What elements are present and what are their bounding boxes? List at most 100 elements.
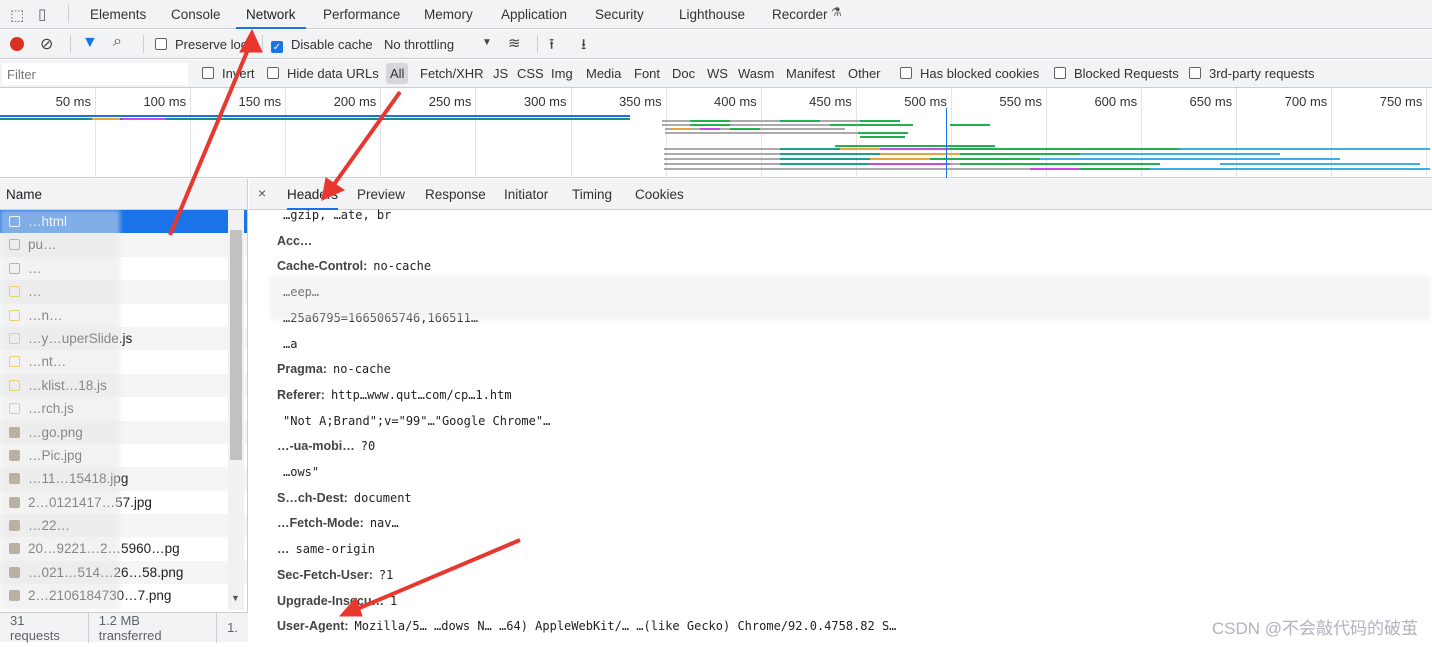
type-filter-css[interactable]: CSS [517,66,544,81]
tick-label: 50 ms [55,94,91,109]
blocked-cookies-label: Has blocked cookies [920,66,1040,81]
tab-application[interactable]: Application [491,0,577,29]
header-value: no-cache [373,259,432,274]
header-key: Pragma: [277,362,328,377]
scrollbar[interactable]: ▼ [228,210,244,610]
tab-recorder[interactable]: Recorder [762,0,838,29]
type-filter-wasm[interactable]: Wasm [738,66,774,81]
inspect-element-icon[interactable]: ⬚ [10,6,24,24]
tick-label: 450 ms [809,94,852,109]
request-bar [780,153,880,155]
tab-security[interactable]: Security [585,0,654,29]
request-bar [122,118,166,120]
tick-label: 600 ms [1094,94,1138,109]
third-party-checkbox[interactable] [1189,67,1201,82]
network-conditions-icon[interactable]: ≋ [508,34,521,52]
type-filter-manifest[interactable]: Manifest [786,66,835,81]
type-filter-font[interactable]: Font [634,66,660,81]
header-key: Cache-Control: [277,259,368,274]
detail-tab-preview[interactable]: Preview [357,179,405,210]
request-bar [950,124,990,126]
blocked-requests-checkbox[interactable] [1054,67,1066,82]
header-line: "Not A;Brand";v="99"…"Google Chrome"… [277,414,550,428]
type-filter-fetch-xhr[interactable]: Fetch/XHR [420,66,484,81]
grid-line [285,88,287,178]
tab-console[interactable]: Console [161,0,231,29]
tick-label: 750 ms [1379,94,1423,109]
request-bar [780,158,870,160]
transferred-size: 1.2 MB transferred [89,612,218,643]
detail-tab-cookies[interactable]: Cookies [635,179,684,210]
detail-tab-bar: × Headers Preview Response Initiator Timing C… [249,179,1432,210]
detail-tab-timing[interactable]: Timing [572,179,612,210]
type-filter-ws[interactable]: WS [707,66,728,81]
scroll-down-icon[interactable]: ▼ [231,593,240,603]
network-overview-timeline[interactable]: 50 ms 100 ms 150 ms 200 ms 250 ms 300 ms 350 m… [0,88,1432,178]
request-bar [835,145,925,147]
record-button[interactable] [10,37,24,51]
export-har-icon[interactable]: ⭳ [581,34,586,59]
request-bar [690,124,730,126]
request-bar [1080,153,1280,155]
type-filter-all[interactable]: All [386,63,409,84]
header-line: …gzip, …ate, br [277,208,391,222]
import-har-icon[interactable]: ⭱ [549,34,554,59]
header-key: Referer: [277,387,325,402]
throttling-select[interactable]: No throttling [384,37,454,52]
header-line: …ows" [277,465,319,479]
request-bar [830,124,880,126]
device-toolbar-icon[interactable]: ▯ [38,5,46,23]
tab-performance[interactable]: Performance [313,0,410,29]
detail-tab-initiator[interactable]: Initiator [504,179,548,210]
header-line: User-Agent: Mozilla/5… …dows N… …64) Appl… [277,619,896,633]
tick-label: 650 ms [1189,94,1233,109]
type-filter-img[interactable]: Img [551,66,573,81]
tab-memory[interactable]: Memory [414,0,483,29]
network-toolbar: ⊘ ▼ ⌕ Preserve log ✓ Disable cache No th… [0,30,1432,59]
request-bar [1040,158,1340,160]
detail-tab-response[interactable]: Response [425,179,486,210]
preserve-log-checkbox[interactable] [155,38,167,53]
header-value: http…www.qut…com/cp…1.htm [330,387,512,402]
tab-lighthouse[interactable]: Lighthouse [669,0,755,29]
blocked-cookies-checkbox[interactable] [900,67,912,82]
header-line: Pragma: no-cache [277,362,391,376]
header-line: Cache-Control: no-cache [277,259,431,273]
header-value: no-cache [333,362,391,377]
tick-label: 100 ms [143,94,187,109]
header-line: Sec-Fetch-User: ?1 [277,568,393,582]
header-value: document [353,490,412,505]
header-key: User-Agent: [277,619,349,634]
type-filter-js[interactable]: JS [493,66,508,81]
header-key: Sec-Fetch-User: [277,567,373,582]
chevron-down-icon[interactable]: ▼ [482,37,492,48]
header-line: Referer: http…www.qut…com/cp…1.htm [277,388,512,402]
invert-checkbox[interactable] [202,67,214,82]
type-filter-doc[interactable]: Doc [672,66,695,81]
hide-data-urls-checkbox[interactable] [267,67,279,82]
type-filter-media[interactable]: Media [586,66,621,81]
tick-label: 350 ms [618,94,662,109]
third-party-label: 3rd-party requests [1209,66,1315,81]
tick-label: 250 ms [428,94,472,109]
clear-icon[interactable]: ⊘ [40,34,53,54]
close-icon[interactable]: × [258,185,266,201]
disable-cache-checkbox[interactable]: ✓ [271,38,283,53]
tab-network[interactable]: Network [236,0,306,29]
request-bar [1220,163,1420,165]
grid-line [380,88,382,178]
header-line: …a [277,337,297,351]
search-icon[interactable]: ⌕ [113,33,122,51]
name-column-header[interactable]: Name [0,179,247,210]
type-filter-other[interactable]: Other [848,66,881,81]
filter-input[interactable] [2,63,188,85]
detail-tab-headers[interactable]: Headers [287,179,339,210]
header-value: ?0 [360,439,376,454]
request-bar [860,136,905,138]
header-key: …-ua-mobi… [277,439,355,454]
status-bar: 31 requests 1.2 MB transferred 1. [0,612,248,643]
filter-icon[interactable]: ▼ [82,34,98,52]
tab-elements[interactable]: Elements [80,0,156,29]
header-value: …gzip, …ate, br [283,208,392,222]
request-bar [700,128,720,130]
